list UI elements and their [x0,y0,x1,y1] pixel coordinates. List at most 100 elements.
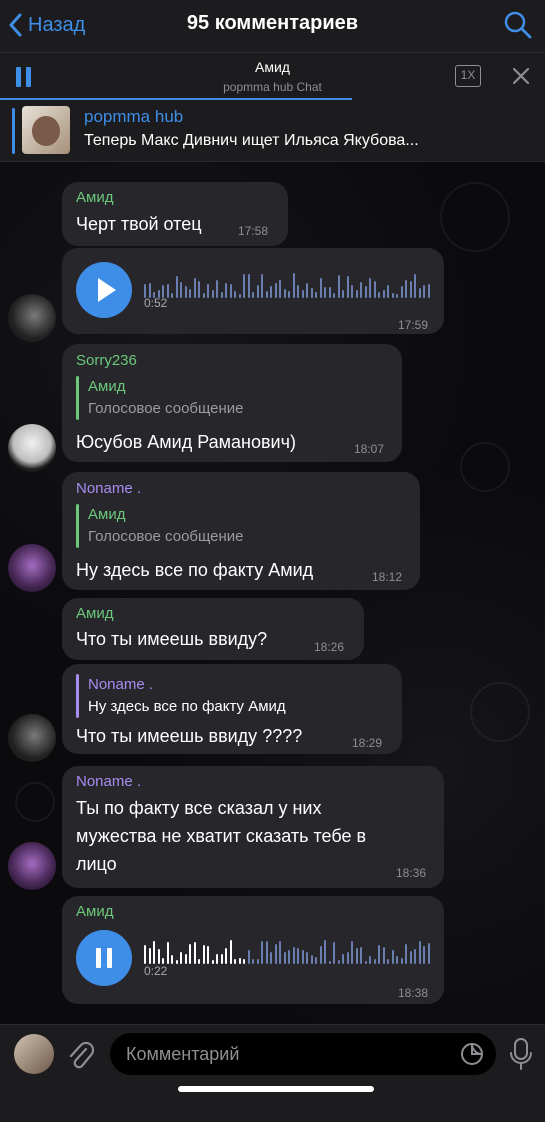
waveform-bar [382,947,385,964]
reply-author: Амид [88,378,126,395]
waveform-bar [319,946,322,964]
message-sender: Амид [76,903,114,920]
waveform-bar [297,948,299,964]
waveform-bar [256,285,259,298]
waveform-bar [238,958,241,964]
waveform-bar [396,294,398,298]
background-doodle [440,182,510,252]
waveform-bar [319,278,322,298]
waveform-bar [337,275,340,298]
waveform-bar [360,947,362,964]
background-doodle [470,682,530,742]
voice-waveform[interactable] [144,268,434,298]
avatar[interactable] [8,424,56,472]
my-avatar[interactable] [14,1034,54,1074]
avatar[interactable] [8,714,56,762]
message-text-line: лицо [76,854,117,874]
waveform-bar [342,954,344,964]
waveform-bar [306,283,308,298]
waveform-bar [207,946,209,964]
waveform-bar [292,947,295,964]
waveform-bar [333,942,335,964]
waveform-bar [369,278,371,298]
message-bubble[interactable]: Амид Что ты имеешь ввиду? 18:26 [62,598,364,660]
message-time: 18:12 [372,570,403,584]
pause-button[interactable] [76,930,132,986]
close-icon[interactable] [511,66,531,86]
message-bubble[interactable]: Noname . Ну здесь все по факту Амид Что … [62,664,402,754]
comment-input[interactable]: Комментарий [110,1033,496,1075]
message-time: 18:26 [314,640,345,654]
waveform-bar [225,948,227,964]
waveform-bar [315,957,317,964]
avatar[interactable] [8,294,56,342]
waveform-bar [238,294,241,298]
waveform-bar [324,287,326,298]
back-label: Назад [28,13,86,36]
pinned-channel-name: popmma hub [84,107,184,126]
waveform-bar [189,289,191,298]
waveform-bar [171,955,173,964]
waveform-bar [229,940,232,964]
message-bubble[interactable]: Noname . Амид Голосовое сообщение Ну зде… [62,472,420,590]
waveform-bar [355,948,358,964]
chat-area[interactable]: Амид Черт твой отец 17:58 0:52 17:59 Sor… [0,162,545,1024]
message-bubble[interactable]: Sorry236 Амид Голосовое сообщение Юсубов… [62,344,402,462]
waveform-bar [405,944,407,964]
waveform-bar [279,280,281,298]
pause-icon [96,948,112,968]
waveform-bar [409,951,412,964]
pinned-post[interactable]: popmma hub Теперь Макс Дивнич ищет Ильяс… [0,100,545,162]
message-text: Черт твой отец [76,214,202,234]
waveform-bar [184,286,187,298]
waveform-bar [346,952,349,964]
waveform-bar [396,956,398,964]
message-text: Ну здесь все по факту Амид [76,560,314,580]
background-doodle [460,442,510,492]
voice-waveform[interactable] [144,934,434,964]
avatar[interactable] [8,842,56,890]
voice-message-bubble[interactable]: Амид 0:22 18:38 [62,896,444,1004]
waveform-bar [220,954,223,964]
waveform-bar [234,291,236,298]
waveform-bar [189,944,191,964]
waveform-bar [288,950,290,964]
chevron-left-icon [9,13,22,37]
waveform-bar [427,943,430,964]
pinned-text: Теперь Макс Дивнич ищет Ильяса Якубова..… [84,132,419,149]
waveform-bar [387,285,389,298]
voice-message-bubble[interactable]: 0:52 17:59 [62,248,444,334]
playback-speed-button[interactable]: 1X [455,65,481,87]
waveform-bar [292,273,295,298]
play-button[interactable] [76,262,132,318]
audio-player-bar[interactable]: Амид popmma hub Chat 1X [0,52,545,101]
message-bubble[interactable]: Амид Черт твой отец 17:58 [62,182,288,246]
message-text-line: мужества не хватит сказать тебе в [76,826,367,846]
waveform-bar [391,950,394,964]
waveform-bar [234,959,236,964]
waveform-bar [243,959,245,964]
message-bubble[interactable]: Noname . Ты по факту все сказал у них му… [62,766,444,888]
waveform-bar [346,276,349,298]
message-time: 18:38 [398,986,429,1000]
waveform-bar [333,293,335,298]
waveform-bar [229,284,232,298]
waveform-bar [360,282,362,298]
sticker-icon[interactable] [460,1042,484,1066]
waveform-bar [180,952,182,964]
back-button[interactable]: Назад [8,10,85,40]
waveform-bar [252,292,254,298]
attach-icon[interactable] [66,1039,94,1069]
mic-icon[interactable] [509,1037,533,1071]
search-icon[interactable] [503,10,533,40]
waveform-bar [382,290,385,298]
waveform-bar [274,944,277,964]
avatar[interactable] [8,544,56,592]
waveform-bar [171,293,173,298]
home-indicator [178,1086,374,1092]
comment-composer: Комментарий [0,1024,545,1122]
waveform-bar [418,288,421,298]
waveform-bar [211,290,214,298]
waveform-bar [378,292,380,298]
comment-placeholder: Комментарий [126,1044,240,1064]
